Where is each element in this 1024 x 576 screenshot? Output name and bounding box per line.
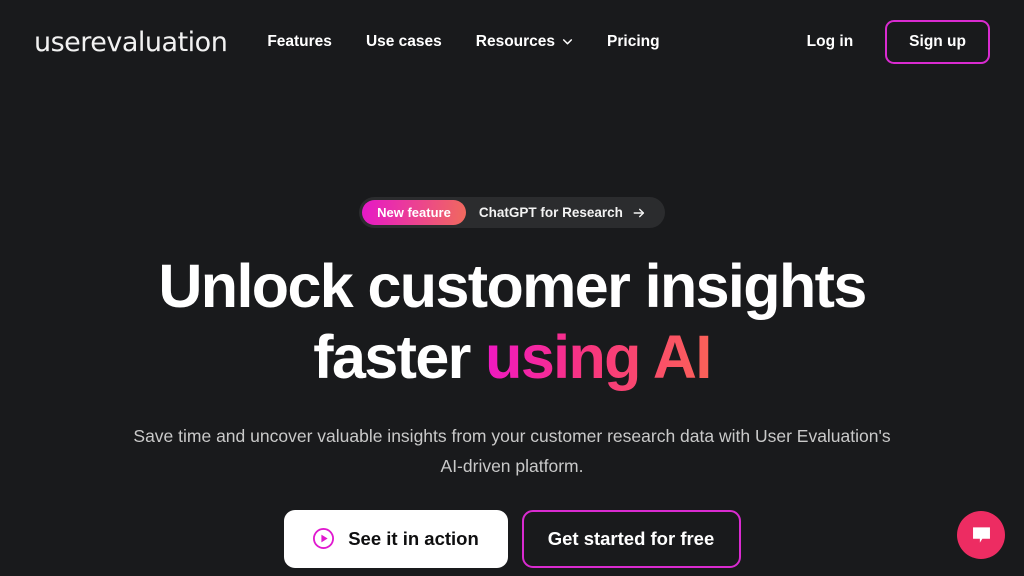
login-link[interactable]: Log in <box>797 27 864 57</box>
headline-line-2: faster using AI <box>0 322 1024 393</box>
nav-item-resources[interactable]: Resources <box>476 33 573 51</box>
badge-container: New feature ChatGPT for Research <box>0 197 1024 228</box>
nav-item-label: Resources <box>475 33 556 50</box>
headline-plain-text: faster <box>313 323 486 392</box>
new-feature-badge[interactable]: New feature ChatGPT for Research <box>359 197 665 228</box>
nav-links: Features Use cases Resources Pricing <box>267 33 659 51</box>
headline-gradient-text: using AI <box>485 323 712 392</box>
nav-item-label: Pricing <box>607 33 660 50</box>
nav-item-label: Features <box>267 33 332 50</box>
navbar: userevaluation Features Use cases Resour… <box>0 0 1024 84</box>
chat-widget-button[interactable] <box>957 511 1005 559</box>
see-it-in-action-button[interactable]: See it in action <box>283 509 508 568</box>
nav-item-features[interactable]: Features <box>267 33 332 51</box>
hero-subtitle: Save time and uncover valuable insights … <box>133 425 891 476</box>
nav-item-label: Use cases <box>365 33 442 50</box>
nav-item-pricing[interactable]: Pricing <box>607 33 660 51</box>
cta-secondary-label: Get started for free <box>547 527 715 549</box>
signup-button[interactable]: Sign up <box>885 20 990 64</box>
play-circle-icon <box>312 527 335 550</box>
cta-primary-label: See it in action <box>348 527 479 549</box>
page-title: Unlock customer insights faster using AI <box>0 251 1024 394</box>
nav-actions: Log in Sign up <box>797 20 990 64</box>
nav-item-use-cases[interactable]: Use cases <box>366 33 442 51</box>
get-started-button[interactable]: Get started for free <box>521 509 741 568</box>
cta-row: See it in action Get started for free <box>0 509 1024 568</box>
chat-bubble-icon <box>969 523 994 548</box>
arrow-right-icon <box>632 206 646 220</box>
chevron-down-icon <box>562 36 573 47</box>
logo[interactable]: userevaluation <box>34 27 228 58</box>
badge-label: ChatGPT for Research <box>478 205 623 220</box>
headline-line-1: Unlock customer insights <box>158 252 867 320</box>
badge-link[interactable]: ChatGPT for Research <box>466 205 662 220</box>
hero-section: New feature ChatGPT for Research Unlock … <box>0 84 1024 568</box>
new-feature-pill: New feature <box>362 200 466 225</box>
